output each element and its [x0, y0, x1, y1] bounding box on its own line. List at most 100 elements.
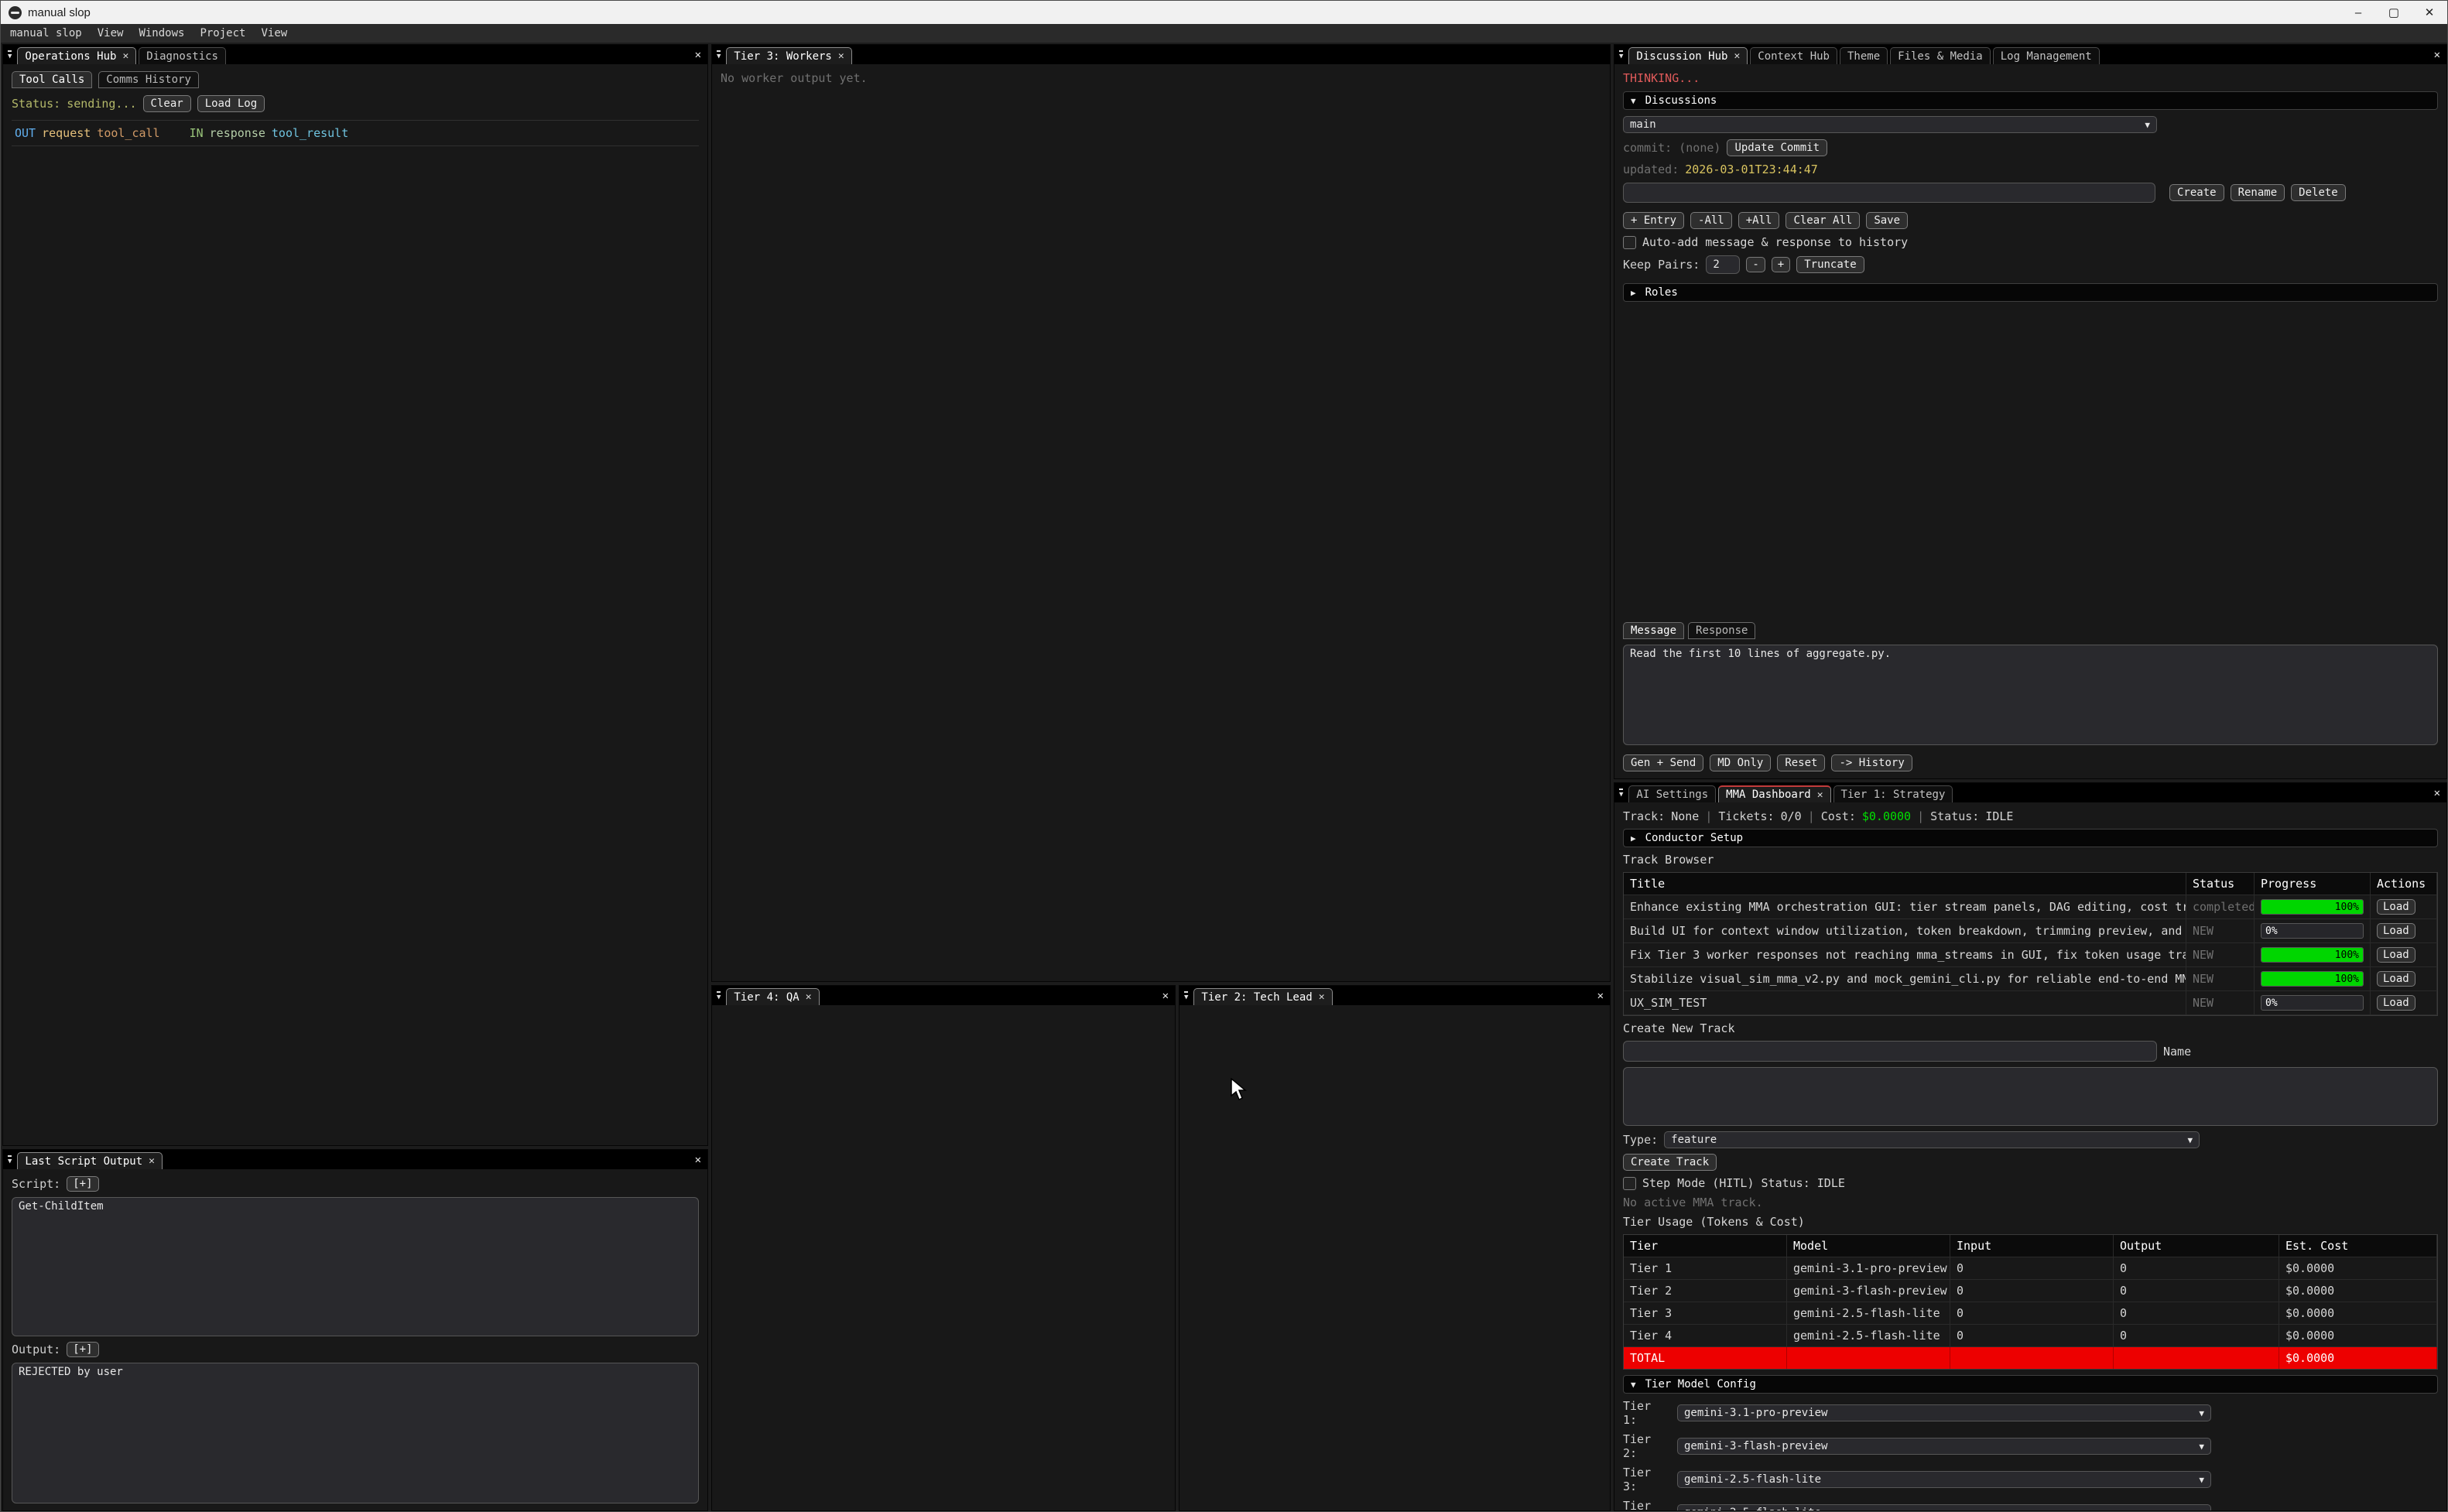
tab-tier1-strategy[interactable]: Tier 1: Strategy — [1833, 785, 1953, 802]
panel-close-icon[interactable]: ✕ — [2434, 49, 2440, 61]
tab-message[interactable]: Message — [1623, 622, 1684, 639]
delete-button[interactable]: Delete — [2291, 184, 2346, 201]
tier2-model-select[interactable]: gemini-3-flash-preview ▼ — [1677, 1438, 2211, 1455]
entry-list-area — [1623, 308, 2438, 616]
tab-diagnostics[interactable]: Diagnostics — [139, 47, 226, 64]
usage-output: 0 — [2114, 1325, 2279, 1347]
tab-close-icon[interactable]: ✕ — [1734, 50, 1740, 62]
load-track-button[interactable]: Load — [2377, 995, 2415, 1011]
rename-button[interactable]: Rename — [2231, 184, 2285, 201]
panel-menu-icon[interactable]: ▼ — [1184, 991, 1188, 1001]
close-icon[interactable]: ✕ — [2412, 1, 2447, 24]
tier1-model-select[interactable]: gemini-3.1-pro-preview ▼ — [1677, 1404, 2211, 1421]
load-track-button[interactable]: Load — [2377, 923, 2415, 939]
clear-button[interactable]: Clear — [143, 95, 191, 112]
step-mode-checkbox[interactable] — [1623, 1177, 1636, 1190]
panel-menu-icon[interactable]: ▼ — [8, 50, 12, 60]
panel-menu-icon[interactable]: ▼ — [717, 991, 721, 1001]
chevron-down-icon: ▼ — [2199, 1508, 2204, 1512]
gen-send-button[interactable]: Gen + Send — [1623, 754, 1703, 771]
tab-ai-settings[interactable]: AI Settings — [1628, 785, 1716, 802]
panel-menu-icon[interactable]: ▼ — [8, 1155, 12, 1165]
keep-pairs-minus-button[interactable]: - — [1746, 257, 1765, 272]
roles-section-header[interactable]: ▶ Roles — [1623, 283, 2438, 302]
reset-button[interactable]: Reset — [1777, 754, 1825, 771]
tab-discussion-hub[interactable]: Discussion Hub ✕ — [1628, 47, 1748, 64]
tab-close-icon[interactable]: ✕ — [149, 1155, 155, 1167]
menu-item-project[interactable]: Project — [200, 27, 245, 39]
script-expand-button[interactable]: [+] — [67, 1176, 98, 1192]
load-track-button[interactable]: Load — [2377, 947, 2415, 963]
tab-tier4-qa[interactable]: Tier 4: QA ✕ — [726, 988, 819, 1005]
truncate-button[interactable]: Truncate — [1796, 256, 1864, 273]
tickets-label: Tickets: — [1718, 809, 1774, 823]
tab-tier3-workers[interactable]: Tier 3: Workers ✕ — [726, 47, 851, 64]
panel-close-icon[interactable]: ✕ — [1162, 990, 1169, 1002]
tab-files-media[interactable]: Files & Media — [1890, 47, 1991, 64]
create-track-button[interactable]: Create Track — [1623, 1154, 1717, 1171]
panel-menu-icon[interactable]: ▼ — [717, 50, 721, 60]
tab-tier2-tech-lead[interactable]: Tier 2: Tech Lead ✕ — [1193, 988, 1332, 1005]
add-entry-button[interactable]: + Entry — [1623, 212, 1684, 229]
usage-input: 0 — [1950, 1257, 2114, 1280]
expand-all-button[interactable]: +All — [1738, 212, 1780, 229]
script-textarea[interactable]: Get-ChildItem — [12, 1197, 699, 1336]
keep-pairs-input[interactable] — [1706, 255, 1740, 274]
tab-context-hub[interactable]: Context Hub — [1750, 47, 1837, 64]
tab-close-icon[interactable]: ✕ — [838, 50, 844, 62]
tab-close-icon[interactable]: ✕ — [1817, 789, 1823, 801]
panel-close-icon[interactable]: ✕ — [1597, 990, 1604, 1002]
discussion-name-input[interactable] — [1623, 183, 2155, 203]
tab-close-icon[interactable]: ✕ — [122, 50, 128, 62]
create-button[interactable]: Create — [2169, 184, 2224, 201]
tab-close-icon[interactable]: ✕ — [806, 991, 812, 1003]
minimize-icon[interactable]: – — [2340, 1, 2376, 24]
tool-call-log-row[interactable]: OUT request tool_call IN response tool_r… — [12, 121, 699, 145]
panel-close-icon[interactable]: ✕ — [695, 49, 701, 61]
panel-menu-icon[interactable]: ▼ — [1619, 788, 1623, 799]
panel-close-icon[interactable]: ✕ — [2434, 787, 2440, 799]
new-track-description-textarea[interactable] — [1623, 1067, 2438, 1126]
collapse-all-button[interactable]: -All — [1690, 212, 1732, 229]
tab-response[interactable]: Response — [1688, 622, 1755, 639]
tab-mma-dashboard[interactable]: MMA Dashboard ✕ — [1718, 785, 1830, 802]
menu-item-manual-slop[interactable]: manual slop — [10, 27, 82, 39]
tab-comms-history[interactable]: Comms History — [98, 71, 199, 88]
tier3-model-select[interactable]: gemini-2.5-flash-lite ▼ — [1677, 1471, 2211, 1488]
tab-log-management[interactable]: Log Management — [1993, 47, 2100, 64]
message-textarea[interactable]: Read the first 10 lines of aggregate.py. — [1623, 645, 2438, 745]
output-expand-button[interactable]: [+] — [67, 1342, 98, 1357]
autoadd-checkbox[interactable] — [1623, 236, 1636, 249]
track-type-select[interactable]: feature ▼ — [1664, 1131, 2200, 1148]
output-textarea[interactable]: REJECTED by user — [12, 1363, 699, 1503]
panel-menu-icon[interactable]: ▼ — [1619, 50, 1623, 60]
tab-theme[interactable]: Theme — [1840, 47, 1888, 64]
progress-bar: 100% — [2261, 947, 2364, 963]
tab-last-script-output[interactable]: Last Script Output ✕ — [17, 1152, 163, 1169]
tab-label: Log Management — [2001, 50, 2092, 63]
menu-item-view-2[interactable]: View — [261, 27, 287, 39]
menu-item-windows[interactable]: Windows — [139, 27, 184, 39]
clear-all-button[interactable]: Clear All — [1785, 212, 1860, 229]
tab-close-icon[interactable]: ✕ — [1319, 991, 1325, 1003]
to-history-button[interactable]: -> History — [1831, 754, 1912, 771]
new-track-name-input[interactable] — [1623, 1041, 2157, 1062]
discussions-section-header[interactable]: ▼ Discussions — [1623, 91, 2438, 110]
tab-label: Tier 1: Strategy — [1841, 788, 1946, 801]
discussion-select[interactable]: main ▼ — [1623, 116, 2157, 133]
conductor-setup-section-header[interactable]: ▶ Conductor Setup — [1623, 829, 2438, 847]
tab-operations-hub[interactable]: Operations Hub ✕ — [17, 47, 136, 64]
keep-pairs-plus-button[interactable]: + — [1772, 257, 1790, 272]
load-track-button[interactable]: Load — [2377, 899, 2415, 915]
tier-model-config-section-header[interactable]: ▼ Tier Model Config — [1623, 1375, 2438, 1394]
maximize-icon[interactable]: ▢ — [2376, 1, 2412, 24]
save-button[interactable]: Save — [1866, 212, 1908, 229]
update-commit-button[interactable]: Update Commit — [1727, 139, 1827, 156]
load-log-button[interactable]: Load Log — [197, 95, 265, 112]
panel-close-icon[interactable]: ✕ — [695, 1154, 701, 1166]
load-track-button[interactable]: Load — [2377, 971, 2415, 987]
menu-item-view[interactable]: View — [98, 27, 124, 39]
tab-tool-calls[interactable]: Tool Calls — [12, 71, 92, 88]
tier4-model-select[interactable]: gemini-2.5-flash-lite ▼ — [1677, 1504, 2211, 1511]
md-only-button[interactable]: MD Only — [1710, 754, 1771, 771]
